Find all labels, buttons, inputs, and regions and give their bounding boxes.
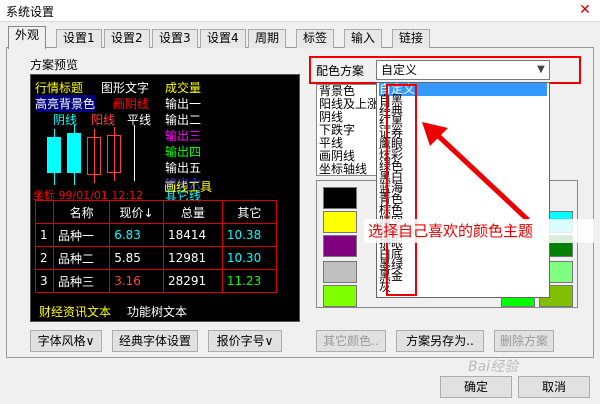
- color-swatch[interactable]: [323, 211, 357, 233]
- preview-highlight-bg: 高亮背景色: [35, 95, 96, 112]
- table-cell: 2: [35, 246, 54, 270]
- classic-font-button[interactable]: 经典字体设置: [112, 330, 198, 352]
- arrow-annotation-icon: [422, 122, 530, 222]
- table-row: 2 品种二 5.85 12981 10.30: [35, 246, 278, 270]
- table-row: 3 品种三 3.16 28291 11.23: [35, 269, 278, 293]
- table-cell: 3: [35, 269, 54, 293]
- preview-label: 方案预览: [30, 58, 79, 72]
- table-cell: 品种二: [52, 246, 111, 270]
- candle-wick: [134, 125, 135, 181]
- table-cell: 28291: [162, 269, 223, 293]
- table-cell: 3.16: [109, 269, 164, 293]
- table-cell: 6.83: [109, 223, 164, 247]
- tab-input[interactable]: 输入: [344, 29, 383, 48]
- table-cell: 1: [35, 223, 54, 247]
- preview-finance-text: 财经资讯文本: [39, 305, 112, 319]
- color-swatch[interactable]: [323, 285, 357, 307]
- table-cell: 12981: [162, 246, 223, 270]
- preview-volume-label: 成交量: [165, 81, 202, 95]
- tab-strip: 外观 设置1 设置2 设置3 设置4 周期 标签 输入 链接: [6, 26, 594, 49]
- tab-appearance[interactable]: 外观: [8, 26, 47, 49]
- title-bar: 系统设置 ✕: [0, 0, 600, 22]
- color-swatch[interactable]: [323, 187, 357, 209]
- table-header: 名称: [52, 200, 111, 224]
- preview-flat-label: 平线: [127, 113, 152, 127]
- table-header: 总量: [162, 200, 223, 224]
- candle-yin: [47, 137, 61, 173]
- scheme-preview: 行情标题 图形文字 高亮背景色 画阴线 阴线 阳线 平线 成交量 输出一 输出二…: [30, 74, 300, 322]
- table-header: 其它: [221, 200, 278, 224]
- window-title: 系统设置: [6, 5, 55, 19]
- preview-quote-table: 名称 现价↓ 总量 其它 1 品种一 6.83 18414 10.38 2 品种…: [35, 200, 278, 293]
- preview-draw-tool: 画线工具: [164, 180, 213, 194]
- table-cell: 10.30: [221, 246, 278, 270]
- tab-settings2[interactable]: 设置2: [104, 29, 150, 48]
- preview-chart-text: 图形文字: [101, 81, 150, 95]
- tab-label[interactable]: 标签: [296, 29, 335, 48]
- tab-link[interactable]: 链接: [392, 29, 431, 48]
- table-cell: 10.38: [221, 223, 278, 247]
- watermark: Bai经验: [468, 359, 519, 375]
- quote-font-size-button[interactable]: 报价字号∨: [208, 330, 282, 352]
- table-header: 现价↓: [109, 200, 164, 224]
- cancel-button[interactable]: 取消: [518, 376, 590, 398]
- preview-title-text: 行情标题: [35, 81, 84, 95]
- save-scheme-button[interactable]: 方案另存为..: [396, 330, 484, 352]
- ok-button[interactable]: 确定: [440, 376, 512, 398]
- font-style-button[interactable]: 字体风格∨: [30, 330, 102, 352]
- table-cell: 品种一: [52, 223, 111, 247]
- candle-yang: [107, 135, 121, 173]
- tab-settings1[interactable]: 设置1: [56, 29, 102, 48]
- table-cell: 11.23: [221, 269, 278, 293]
- other-color-button[interactable]: 其它颜色..: [316, 330, 386, 352]
- tab-settings4[interactable]: 设置4: [200, 29, 246, 48]
- close-icon[interactable]: ✕: [576, 1, 594, 19]
- table-cell: 5.85: [109, 246, 164, 270]
- preview-yang-label: 阳线: [91, 113, 116, 127]
- annotation-text: 选择自己喜欢的颜色主题: [364, 219, 594, 243]
- table-cell: 18414: [162, 223, 223, 247]
- candle-yang: [87, 137, 101, 175]
- table-header: [35, 200, 54, 224]
- candle-yin: [67, 133, 81, 173]
- color-swatch[interactable]: [323, 261, 357, 283]
- delete-scheme-button[interactable]: 删除方案: [494, 330, 554, 352]
- preview-output-5: 输出五: [165, 161, 202, 175]
- highlight-box: [386, 84, 417, 296]
- preview-output-2: 输出二: [165, 113, 202, 127]
- preview-output-3: 输出三: [165, 129, 202, 143]
- table-cell: 品种三: [52, 269, 111, 293]
- preview-tree-text: 功能树文本: [127, 305, 188, 319]
- color-swatch[interactable]: [323, 235, 357, 257]
- preview-output-4: 输出四: [165, 145, 202, 159]
- tab-settings3[interactable]: 设置3: [152, 29, 198, 48]
- preview-output-1: 输出一: [165, 97, 202, 111]
- tab-period[interactable]: 周期: [248, 29, 287, 48]
- highlight-box: [309, 56, 581, 84]
- table-row: 1 品种一 6.83 18414 10.38: [35, 223, 278, 247]
- preview-down-line-text: 画阴线: [113, 97, 150, 111]
